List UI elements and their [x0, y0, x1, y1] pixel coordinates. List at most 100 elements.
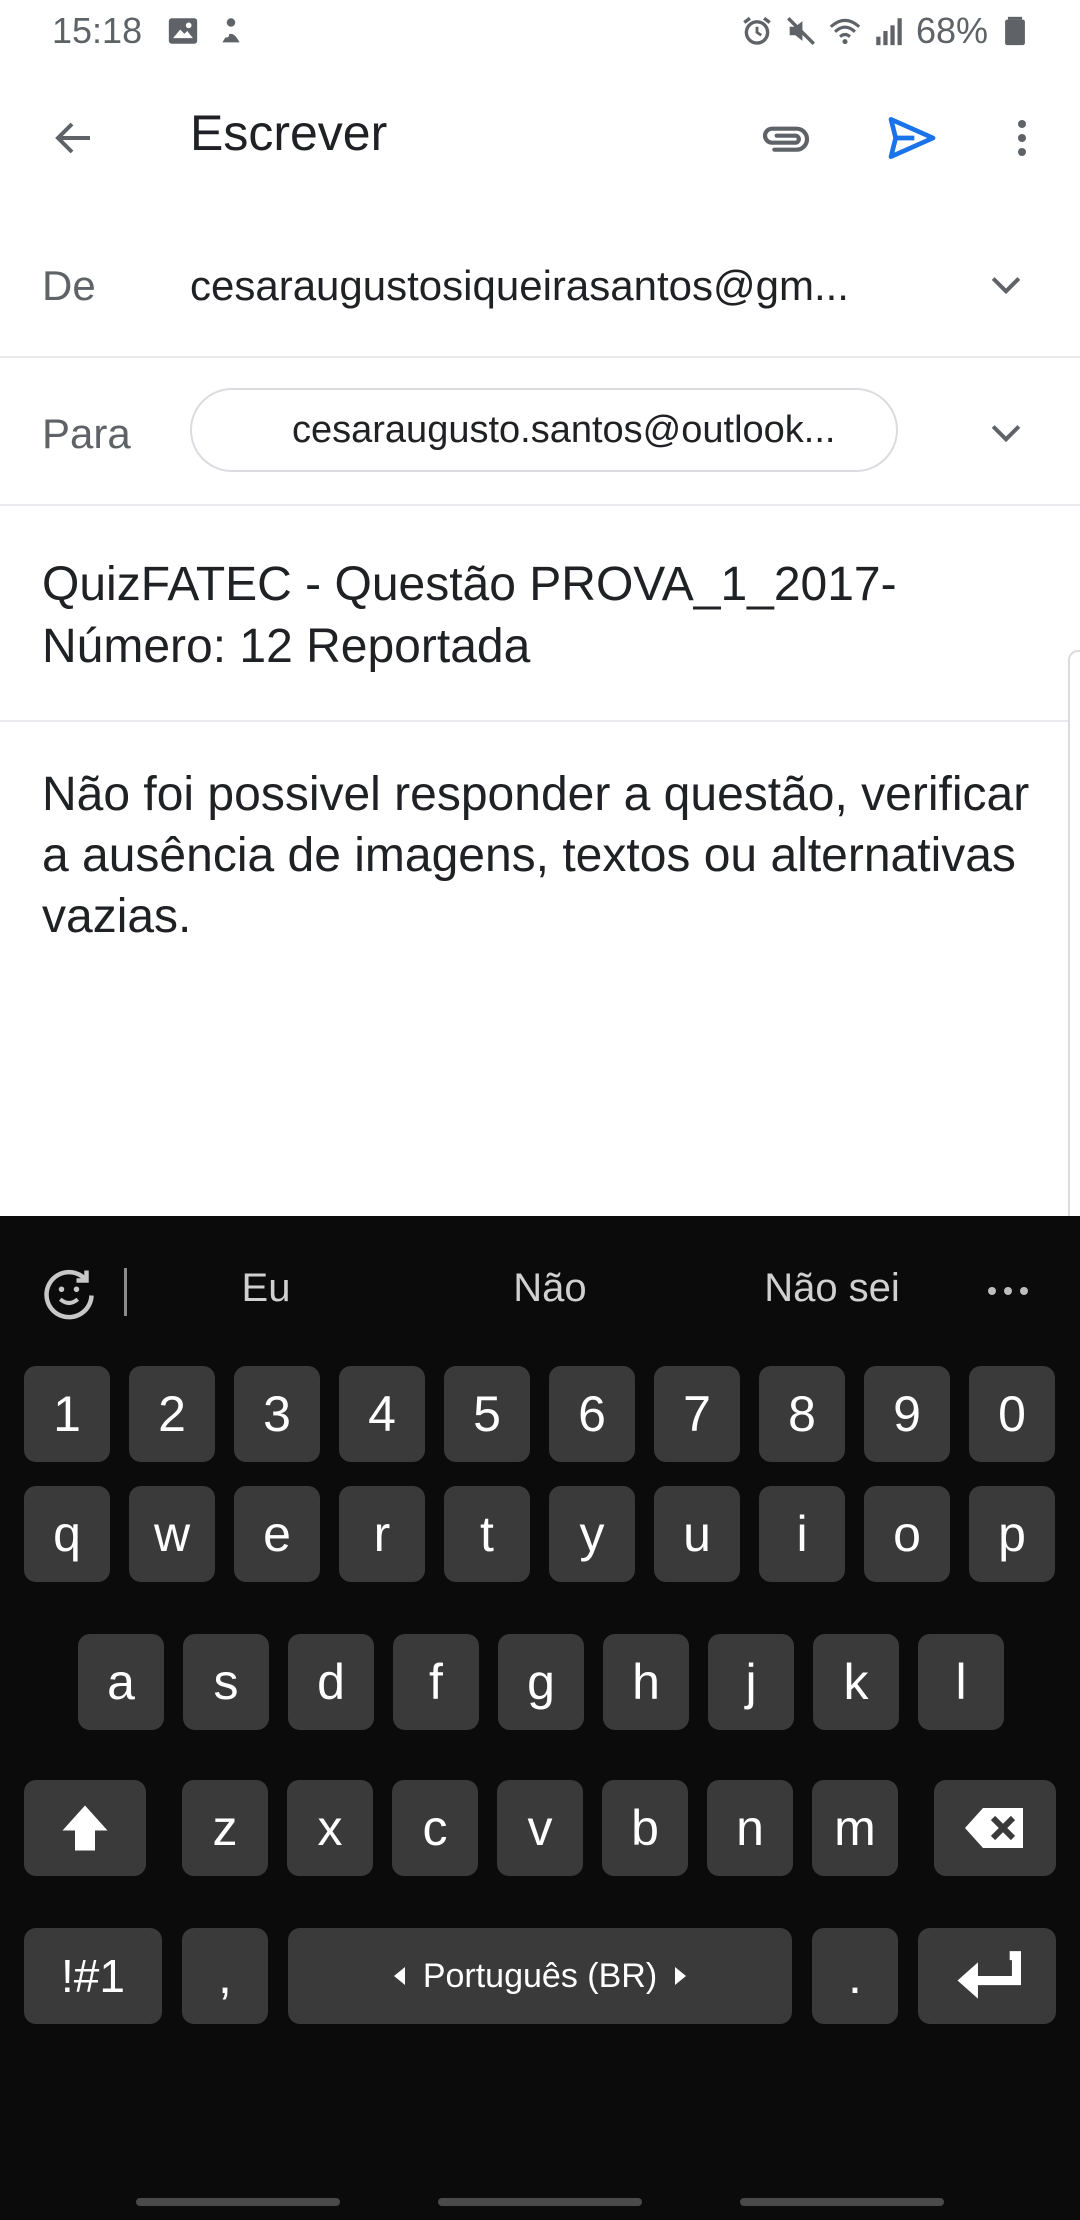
key[interactable]: 1: [24, 1366, 110, 1462]
key[interactable]: 4: [339, 1366, 425, 1462]
nav-back-pill[interactable]: [740, 2198, 944, 2206]
suggestion-3[interactable]: Não sei: [722, 1266, 942, 1311]
attach-button[interactable]: [752, 104, 820, 172]
key[interactable]: g: [498, 1634, 584, 1730]
space-key[interactable]: Português (BR): [288, 1928, 792, 2024]
key[interactable]: u: [654, 1486, 740, 1582]
keyboard: Eu Não Não sei !#1 , Português (BR) . 12…: [0, 1216, 1080, 2220]
more-vert-icon: [1018, 120, 1026, 156]
body-field[interactable]: Não foi possivel responder a questão, ve…: [0, 722, 1080, 947]
enter-icon: [957, 1951, 1021, 1999]
suggestion-bar: Eu Não Não sei: [0, 1216, 1080, 1366]
space-language-label: Português (BR): [422, 1956, 658, 1995]
key[interactable]: 9: [864, 1366, 950, 1462]
subject-field[interactable]: QuizFATEC - Questão PROVA_1_2017-Número:…: [0, 506, 1080, 722]
key[interactable]: a: [78, 1634, 164, 1730]
key[interactable]: y: [549, 1486, 635, 1582]
key[interactable]: z: [182, 1780, 268, 1876]
suggestion-2[interactable]: Não: [440, 1266, 660, 1311]
key[interactable]: 2: [129, 1366, 215, 1462]
key[interactable]: t: [444, 1486, 530, 1582]
send-button[interactable]: [878, 104, 946, 172]
from-row: De cesaraugustosiqueirasantos@gm...: [0, 212, 1080, 358]
key[interactable]: j: [708, 1634, 794, 1730]
send-icon: [888, 117, 936, 160]
from-expand-button[interactable]: [972, 250, 1040, 318]
key[interactable]: b: [602, 1780, 688, 1876]
page-title: Escrever: [190, 105, 388, 161]
backspace-icon: [965, 1808, 1023, 1848]
notification-icon: [222, 18, 240, 43]
back-button[interactable]: [40, 104, 108, 172]
scroll-handle[interactable]: [1068, 650, 1080, 1242]
key[interactable]: f: [393, 1634, 479, 1730]
emoji-refresh-icon: [44, 1269, 94, 1320]
key[interactable]: x: [287, 1780, 373, 1876]
symbols-key[interactable]: !#1: [24, 1928, 162, 2024]
key[interactable]: 0: [969, 1366, 1055, 1462]
language-left-icon: [393, 1967, 405, 1985]
recipient-email: cesaraugusto.santos@outlook...: [292, 408, 836, 451]
key[interactable]: l: [918, 1634, 1004, 1730]
language-right-icon: [675, 1967, 687, 1985]
nav-recent-pill[interactable]: [136, 2198, 340, 2206]
alarm-icon: [743, 16, 771, 45]
key[interactable]: 8: [759, 1366, 845, 1462]
key[interactable]: q: [24, 1486, 110, 1582]
app-bar: Escrever: [0, 64, 1080, 208]
key[interactable]: n: [707, 1780, 793, 1876]
to-row: Para cesaraugusto.santos@outlook...: [0, 358, 1080, 506]
shift-icon: [62, 1805, 108, 1851]
status-bar: 15:18 68%: [0, 0, 1080, 64]
to-label: Para: [42, 410, 131, 457]
more-options-button[interactable]: [988, 104, 1056, 172]
key[interactable]: 5: [444, 1366, 530, 1462]
navigation-bar: [0, 2150, 1080, 2220]
emoji-button[interactable]: [38, 1262, 100, 1324]
key[interactable]: o: [864, 1486, 950, 1582]
paperclip-icon: [762, 126, 810, 152]
key[interactable]: i: [759, 1486, 845, 1582]
key[interactable]: c: [392, 1780, 478, 1876]
key[interactable]: r: [339, 1486, 425, 1582]
key[interactable]: k: [813, 1634, 899, 1730]
battery-icon: [1005, 16, 1025, 46]
status-right: 68%: [740, 10, 1032, 52]
more-horiz-icon: [988, 1287, 1028, 1295]
image-icon: [168, 18, 198, 44]
comma-key[interactable]: ,: [182, 1928, 268, 2024]
key[interactable]: s: [183, 1634, 269, 1730]
suggestion-separator: [124, 1268, 127, 1316]
key[interactable]: w: [129, 1486, 215, 1582]
recipient-chip[interactable]: cesaraugusto.santos@outlook...: [190, 388, 898, 472]
backspace-key[interactable]: [934, 1780, 1056, 1876]
status-time: 15:18: [52, 10, 143, 51]
suggestions-more-button[interactable]: [978, 1266, 1038, 1316]
arrow-back-icon: [55, 122, 90, 154]
signal-icon: [876, 18, 902, 46]
key[interactable]: e: [234, 1486, 320, 1582]
key[interactable]: 3: [234, 1366, 320, 1462]
key[interactable]: v: [497, 1780, 583, 1876]
key[interactable]: h: [603, 1634, 689, 1730]
from-field[interactable]: cesaraugustosiqueirasantos@gm...: [190, 262, 910, 310]
key[interactable]: 6: [549, 1366, 635, 1462]
key[interactable]: p: [969, 1486, 1055, 1582]
status-left-icons: [166, 14, 248, 48]
key[interactable]: 7: [654, 1366, 740, 1462]
space-label-wrap: Português (BR): [393, 1956, 687, 1996]
battery-percent: 68%: [915, 10, 988, 51]
to-expand-button[interactable]: [972, 398, 1040, 466]
suggestion-1[interactable]: Eu: [156, 1266, 376, 1311]
chevron-down-icon: [991, 277, 1021, 295]
key[interactable]: d: [288, 1634, 374, 1730]
from-label: De: [42, 262, 96, 309]
mute-icon: [786, 17, 815, 45]
shift-key[interactable]: [24, 1780, 146, 1876]
nav-home-pill[interactable]: [438, 2198, 642, 2206]
period-key[interactable]: .: [812, 1928, 898, 2024]
wifi-icon: [829, 18, 861, 45]
key[interactable]: m: [812, 1780, 898, 1876]
enter-key[interactable]: [918, 1928, 1056, 2024]
chevron-down-icon: [991, 425, 1021, 443]
